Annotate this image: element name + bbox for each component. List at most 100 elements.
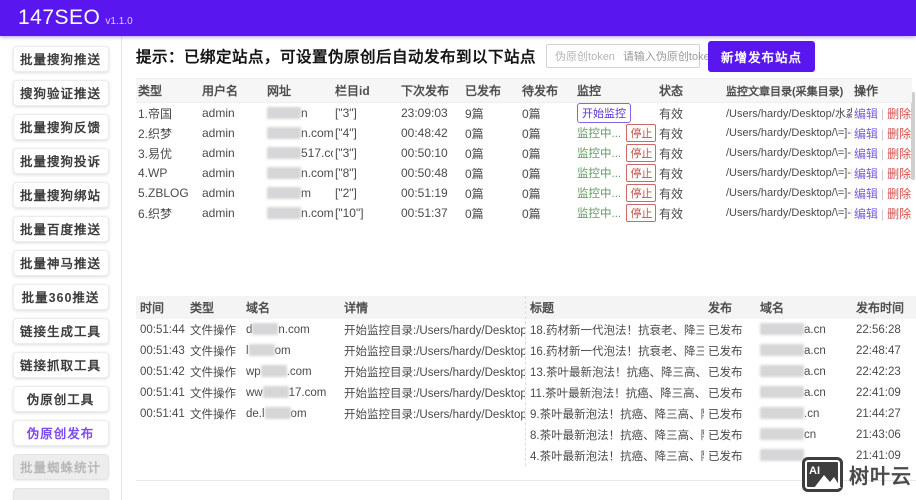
sidebar-item[interactable]: 批量搜狗投诉: [12, 148, 109, 174]
cell-type: 6.织梦: [138, 206, 173, 221]
cell-pending: 0篇: [522, 186, 541, 201]
ops-separator: |: [881, 166, 885, 181]
log-panel: 时间 类型 域名 详情 00:51:44 文件操作 d n.com 开始监控目录…: [136, 296, 916, 481]
cell-monitor-dir: /Users/hardy/Desktop/\=]-P09...: [726, 207, 852, 219]
delete-link[interactable]: 删除: [887, 207, 911, 221]
cell-column-id: ["8"]: [335, 166, 357, 180]
censored-domain-block: [760, 365, 804, 377]
app-version: v1.1.0: [105, 16, 133, 27]
censored-url-block: [267, 187, 301, 199]
sidebar-item[interactable]: 批量搜狗反馈: [12, 114, 109, 140]
col-detail: 详情: [340, 296, 525, 319]
censored-domain-block: [760, 428, 804, 440]
file-log-header: 时间 类型 域名 详情: [136, 296, 525, 319]
cell-column-id: ["4"]: [335, 126, 357, 140]
site-row: 2.织梦 admin n.com ["4"] 00:48:42 0篇 0篇 监控…: [136, 123, 912, 143]
cell-pending: 0篇: [522, 206, 541, 221]
binding-tip-text: 提示：已绑定站点，可设置伪原创后自动发布到以下站点: [136, 49, 537, 66]
cell-type: 文件操作: [190, 324, 236, 337]
delete-link[interactable]: 删除: [887, 107, 911, 121]
cell-username: admin: [202, 146, 235, 160]
edit-link[interactable]: 编辑: [854, 147, 878, 161]
col-url: 网址: [265, 78, 333, 103]
sidebar-item[interactable]: 批量360推送: [12, 284, 109, 310]
domain-suffix: a.cn: [804, 366, 826, 378]
domain-prefix: wp: [246, 366, 261, 378]
stop-monitor-button[interactable]: 停止: [626, 124, 657, 142]
cell-monitor-dir: /Users/hardy/Desktop/\=]-P09...: [726, 147, 852, 159]
cell-title: 18.药材新一代泡法！抗衰老、降三高、降自体普...: [530, 324, 704, 337]
col-title: 标题: [526, 296, 704, 319]
censored-domain-block: [760, 344, 804, 356]
start-monitor-button[interactable]: 开始监控: [577, 103, 631, 123]
edit-link[interactable]: 编辑: [854, 207, 878, 221]
file-log-row: 00:51:44 文件操作 d n.com 开始监控目录:/Users/hardy…: [136, 319, 525, 340]
ops-separator: |: [881, 146, 885, 161]
publish-log-row: 18.药材新一代泡法！抗衰老、降三高、降自体普... 已发布 a.cn 22:5…: [526, 319, 916, 340]
col-column-id: 栏目id: [333, 78, 399, 103]
delete-link[interactable]: 删除: [887, 167, 911, 181]
monitoring-status: 监控中...: [577, 208, 622, 220]
edit-link[interactable]: 编辑: [854, 187, 878, 201]
col-next-publish: 下次发布: [399, 78, 463, 103]
cell-published: 0篇: [465, 206, 484, 221]
censored-url-block: [267, 147, 301, 159]
publish-log-section: 标题 发布 域名 发布时间 18.药材新一代泡法！抗衰老、降三高、降自体普...: [526, 296, 916, 466]
cell-pending: 0篇: [522, 146, 541, 161]
domain-prefix: ww: [246, 387, 263, 399]
cell-next-publish: 00:51:37: [401, 206, 448, 220]
cell-type: 2.织梦: [138, 126, 173, 141]
cell-monitor-dir: /Users/hardy/Desktop/\=]-P09...: [726, 167, 852, 179]
ops-separator: |: [881, 126, 885, 141]
url-suffix: 517.com: [301, 146, 333, 160]
edit-link[interactable]: 编辑: [854, 127, 878, 141]
cell-title: 8.茶叶最新泡法！抗癌、降三高、降尿酸效力涨十...: [530, 429, 704, 442]
cell-time: 00:51:44: [140, 323, 185, 336]
sidebar-item[interactable]: 批量百度推送: [12, 216, 109, 242]
delete-link[interactable]: 删除: [887, 147, 911, 161]
sidebar-item[interactable]: 搜狗验证推送: [12, 80, 109, 106]
sidebar-item[interactable]: 批量神马推送: [12, 250, 109, 276]
cell-published: 0篇: [465, 166, 484, 181]
cell-title: 4.茶叶最新泡法！抗癌、降三高、降尿酸效力涨十...: [530, 450, 704, 463]
delete-link[interactable]: 删除: [887, 187, 911, 201]
cell-type: 5.ZBLOG: [138, 186, 189, 200]
url-suffix: n: [301, 106, 308, 120]
edit-link[interactable]: 编辑: [854, 167, 878, 181]
sidebar-item[interactable]: 伪原创发布: [12, 420, 109, 446]
censored-domain-block: [264, 407, 291, 419]
svg-text:AI: AI: [809, 465, 820, 477]
sidebar-item[interactable]: 批量搜狗推送: [12, 46, 109, 72]
site-row: 4.WP admin n.com ["8"] 00:50:48 0篇 0篇 监控…: [136, 163, 912, 183]
delete-link[interactable]: 删除: [887, 127, 911, 141]
token-input[interactable]: 伪原创token 请输入伪原创token: [546, 44, 716, 68]
sidebar-item[interactable]: [12, 488, 109, 500]
sidebar-item[interactable]: 批量蜘蛛统计: [12, 454, 109, 480]
col-publish-time: 发布时间: [852, 296, 916, 319]
cell-title: 9.茶叶最新泡法！抗癌、降三高、降尿酸效力涨十...: [530, 408, 704, 421]
cell-published: 0篇: [465, 146, 484, 161]
cell-title: 11.茶叶最新泡法！抗癌、降三高、降尿酸效力涨...: [530, 387, 704, 400]
stop-monitor-button[interactable]: 停止: [626, 184, 657, 202]
cell-published: 9篇: [465, 106, 484, 121]
edit-link[interactable]: 编辑: [854, 107, 878, 121]
sidebar-item[interactable]: 伪原创工具: [12, 386, 109, 412]
cell-domain: cn: [756, 424, 852, 445]
cell-username: admin: [202, 126, 235, 140]
censored-domain-block: [260, 365, 287, 377]
cell-url: n.com: [265, 203, 333, 223]
sidebar-item[interactable]: 链接抓取工具: [12, 352, 109, 378]
sidebar-item[interactable]: 链接生成工具: [12, 318, 109, 344]
stop-monitor-button[interactable]: 停止: [626, 144, 657, 162]
sidebar-item[interactable]: 批量搜狗绑站: [12, 182, 109, 208]
stop-monitor-button[interactable]: 停止: [626, 164, 657, 182]
add-publish-site-button[interactable]: 新增发布站点: [708, 40, 816, 72]
col-time: 时间: [136, 296, 186, 319]
monitoring-status: 监控中...: [577, 188, 622, 200]
col-type: 类型: [136, 78, 200, 103]
censored-domain-block: [248, 344, 275, 356]
url-suffix: n.com: [301, 206, 333, 220]
stop-monitor-button[interactable]: 停止: [626, 204, 657, 222]
cell-title: 13.茶叶最新泡法！抗癌、降三高、降尿酸效力涨...: [530, 366, 704, 379]
cell-url: m: [265, 183, 333, 203]
